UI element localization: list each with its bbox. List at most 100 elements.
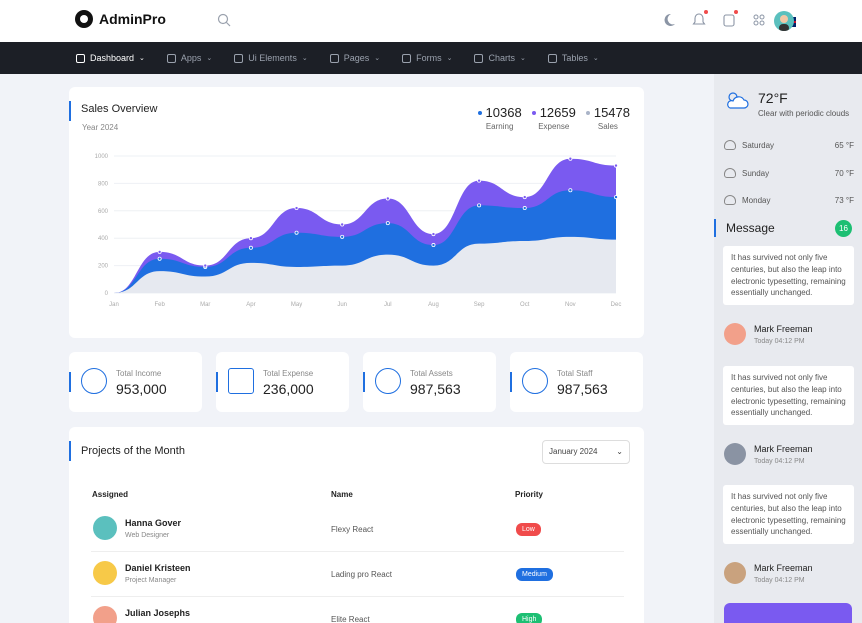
chevron-down-icon: ⌄ [374,55,381,62]
stat-card-staff: Total Staff 987,563 [510,352,643,412]
table-row[interactable]: Julian Josephs Elite React High [91,598,624,623]
data-point [614,163,619,168]
message-bubble: It has survived not only five centuries,… [723,246,854,306]
y-tick-label: 600 [98,209,109,215]
x-tick-label: Jul [384,302,392,308]
assignee-name: Hanna Gover [125,518,182,528]
x-tick-label: Aug [428,302,439,308]
chevron-down-icon: ⌄ [616,447,623,456]
forecast-day: Saturday [742,141,775,150]
brand-name: AdminPro [99,11,166,27]
data-point [294,230,299,235]
charts-icon [474,53,484,63]
main-nav: Dashboard ⌄ Apps ⌄ Ui Elements ⌄ Pages ⌄ For… [0,42,862,74]
col-name: Name [331,490,353,499]
avatar [93,516,117,540]
data-point [568,188,573,193]
tables-icon [547,53,557,63]
chevron-down-icon: ⌄ [446,55,453,62]
data-point [522,206,527,211]
calendar-icon[interactable] [722,10,738,28]
stat-value: 953,000 [116,381,167,397]
sender-time: Today 04:12 PM [754,577,805,584]
pages-icon [329,53,339,63]
x-tick-label: May [291,302,302,308]
y-tick-label: 400 [98,236,109,242]
table-row[interactable]: Daniel Kristeen Project Manager Lading p… [91,553,624,597]
forms-icon [402,53,412,63]
assignee-name: Julian Josephs [125,608,191,618]
nav-apps[interactable]: Apps ⌄ [166,53,212,63]
staff-user-icon [522,368,548,394]
assignee-role: Project Manager [125,577,177,584]
y-tick-label: 0 [105,291,109,297]
priority-badge: Medium [516,568,553,581]
notification-dot [704,10,708,14]
col-priority: Priority [515,490,544,499]
bell-icon[interactable] [692,10,708,28]
nav-tables[interactable]: Tables ⌄ [547,53,599,63]
current-temp: 72°F [758,90,788,106]
data-point [340,222,345,227]
logo-icon [75,10,93,28]
moon-icon[interactable] [662,12,676,28]
x-tick-label: Oct [520,302,530,308]
stat-value: 236,000 [263,381,314,397]
sales-overview-card: Sales Overview Year 2024 10368 Earning 1… [69,87,644,338]
nav-label: Tables [561,53,588,63]
ui-elements-icon [234,53,244,63]
projects-card: Projects of the Month January 2024 ⌄ Ass… [69,427,644,623]
stat-card-income: Total Income 953,000 [69,352,202,412]
forecast-temp: 70 °F [834,169,854,178]
user-avatar[interactable] [774,11,794,31]
card-accent [69,372,71,392]
assignee-name: Daniel Kristeen [125,563,191,573]
x-tick-label: Feb [154,302,165,308]
data-point [157,256,162,261]
project-name: Elite React [331,615,370,623]
calendar-dot [734,10,738,14]
apps-grid-icon[interactable] [752,12,766,28]
nav-pages[interactable]: Pages ⌄ [329,53,381,63]
x-tick-label: Nov [565,302,576,308]
x-tick-label: Jun [337,302,347,308]
nav-label: Ui Elements [248,53,297,63]
data-point [248,236,253,241]
promo-card[interactable] [724,603,852,623]
sales-area-chart: 0 200 400 600 800 1000 Jan Feb Mar Apr May Jun Jul Au… [95,154,622,308]
data-point [431,243,436,248]
data-point [157,249,162,254]
x-tick-label: Mar [200,302,210,308]
x-tick-label: Sep [474,302,485,308]
sender-name: Mark Freeman [754,563,813,573]
forecast-day: Sunday [742,169,770,178]
layers-icon [76,53,85,63]
nav-dashboard[interactable]: Dashboard ⌄ [76,53,145,63]
brand-logo[interactable]: AdminPro [75,10,166,28]
data-point [340,234,345,239]
right-panel: 72°F Clear with periodic clouds Saturday… [714,74,862,623]
sender-time: Today 04:12 PM [754,338,805,345]
forecast-day: Monday [742,196,771,205]
weather-desc: Clear with periodic clouds [758,109,850,118]
cloud-icon [724,140,736,150]
data-point [248,245,253,250]
nav-charts[interactable]: Charts ⌄ [474,53,526,63]
search-icon[interactable] [217,13,231,27]
nav-forms[interactable]: Forms ⌄ [402,53,452,63]
data-point [385,221,390,226]
stat-label: Total Assets [410,369,453,378]
assignee-role: Web Designer [125,532,170,539]
forecast-temp: 73 °F [834,196,854,205]
chevron-down-icon: ⌄ [139,55,145,62]
table-row[interactable]: Hanna Gover Web Designer Flexy React Low [91,508,624,552]
project-name: Flexy React [331,525,374,534]
data-point [385,196,390,201]
month-select[interactable]: January 2024 ⌄ [542,440,630,464]
x-tick-label: Dec [611,302,622,308]
cloud-sun-icon [727,92,749,109]
nav-ui-elements[interactable]: Ui Elements ⌄ [234,53,308,63]
data-point [203,263,208,268]
stat-label: Total Expense [263,369,314,378]
data-point [431,232,436,237]
